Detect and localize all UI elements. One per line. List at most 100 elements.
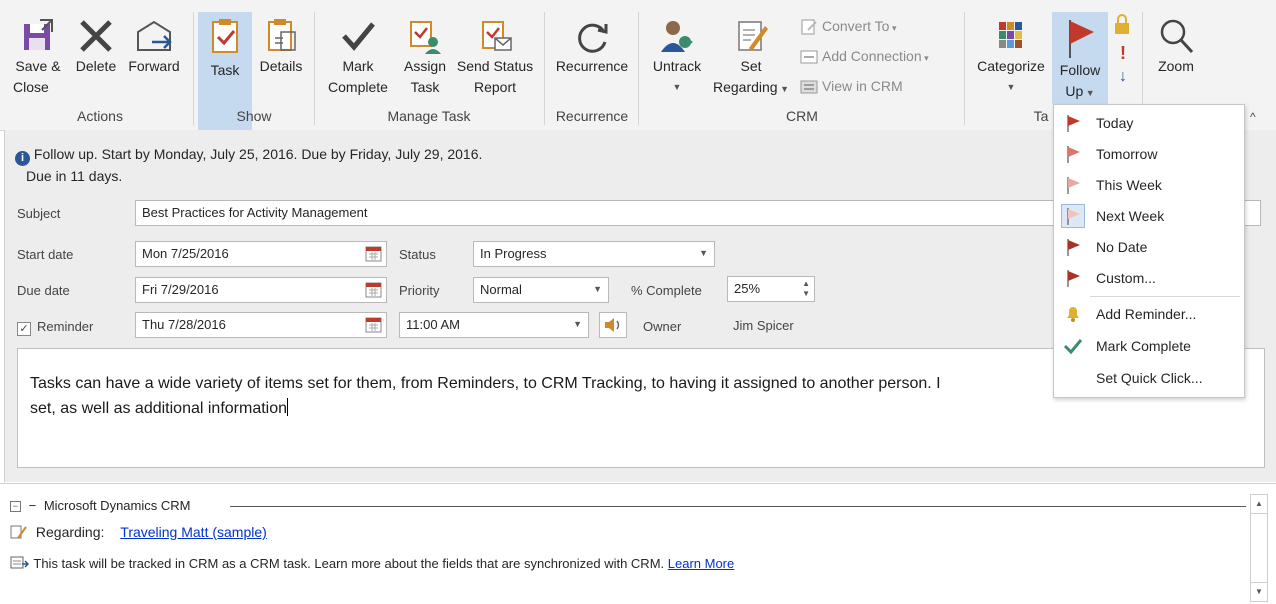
learn-more-link[interactable]: Learn More [668, 556, 734, 571]
percent-complete-label: % Complete [631, 283, 702, 298]
save-close-label-1: Save & [15, 58, 61, 74]
crm-pane-title: Microsoft Dynamics CRM [43, 498, 191, 513]
menu-item-today[interactable]: Today [1054, 107, 1244, 138]
reminder-sound-button[interactable] [599, 312, 627, 338]
separator [544, 12, 545, 125]
percent-complete-value: 25% [734, 281, 761, 296]
reminder-time-select[interactable]: 11:00 AM ▼ [399, 312, 589, 338]
follow-up-info-line-2: Due in 11 days. [26, 168, 123, 184]
calendar-icon[interactable] [365, 282, 382, 298]
menu-item-no-date[interactable]: No Date [1054, 231, 1244, 262]
menu-item-set-quick-click[interactable]: Set Quick Click... [1054, 362, 1244, 393]
details-label: Details [259, 58, 303, 74]
menu-item-no-date-label: No Date [1096, 239, 1148, 255]
regarding-icon [10, 525, 27, 539]
mark-complete-label-1: Mark [342, 58, 374, 74]
task-body-text: Tasks can have a wide variety of items s… [30, 371, 941, 421]
status-select[interactable]: In Progress ▼ [473, 241, 715, 267]
crm-pane: − − Microsoft Dynamics CRM Regarding: Tr… [0, 483, 1276, 604]
convert-icon [801, 19, 817, 35]
flag-icon [1069, 20, 1094, 58]
menu-item-mark-complete-label: Mark Complete [1096, 338, 1191, 354]
send-status-report-button[interactable]: Send Status Report [452, 16, 538, 98]
reminder-date-value: Thu 7/28/2016 [142, 317, 226, 332]
tag-small-buttons: ! ↓ [1112, 14, 1134, 86]
chevron-down-icon: ▼ [672, 82, 682, 92]
flag-today-icon [1067, 115, 1080, 132]
untrack-button[interactable]: Untrack ▼ [644, 16, 710, 98]
scroll-up-icon[interactable]: ▲ [1251, 495, 1267, 514]
lock-icon[interactable] [1112, 14, 1132, 36]
calendar-icon[interactable] [365, 246, 382, 262]
scroll-down-icon[interactable]: ▼ [1251, 582, 1267, 601]
categorize-button[interactable]: Categorize ▼ [970, 16, 1052, 98]
view-in-crm-label: View in CRM [822, 78, 903, 94]
vertical-scrollbar[interactable]: ▲ ▼ [1250, 494, 1268, 602]
follow-up-info: i Follow up. Start by Monday, July 25, 2… [15, 144, 482, 187]
set-regarding-button[interactable]: Set Regarding ▼ [708, 16, 794, 100]
untrack-icon [661, 21, 693, 52]
save-close-icon [24, 19, 53, 50]
subject-label: Subject [17, 206, 61, 221]
chevron-down-icon: ▼ [593, 284, 602, 294]
menu-item-add-reminder[interactable]: Add Reminder... [1054, 298, 1244, 329]
show-group-label: Show [236, 108, 272, 124]
assign-task-button[interactable]: Assign Task [398, 16, 452, 98]
send-status-icon [482, 21, 512, 51]
reminder-checkbox-row: ✓ Reminder [17, 319, 93, 336]
follow-up-label-1: Follow [1059, 62, 1101, 78]
bell-icon [1067, 307, 1079, 322]
add-connection-button[interactable]: Add Connection ▾ [800, 48, 929, 66]
set-regarding-icon [738, 21, 768, 51]
regarding-row: Regarding: Traveling Matt (sample) [10, 524, 267, 540]
due-date-field[interactable]: Fri 7/29/2016 [135, 277, 387, 303]
calendar-icon[interactable] [365, 317, 382, 333]
task-body-line-1: Tasks can have a wide variety of items s… [30, 375, 941, 392]
regarding-link[interactable]: Traveling Matt (sample) [120, 524, 267, 540]
stepper-arrows-icon[interactable]: ▲ ▼ [802, 279, 810, 299]
delete-button[interactable]: Delete [72, 16, 120, 77]
menu-item-this-week[interactable]: This Week [1054, 169, 1244, 200]
forward-label: Forward [128, 58, 180, 74]
reminder-date-field[interactable]: Thu 7/28/2016 [135, 312, 387, 338]
info-icon: i [15, 151, 30, 166]
menu-item-today-label: Today [1096, 115, 1134, 131]
menu-item-next-week[interactable]: Next Week [1054, 200, 1244, 231]
percent-complete-stepper[interactable]: 25% ▲ ▼ [727, 276, 815, 302]
forward-button[interactable]: Forward [124, 16, 184, 77]
follow-up-menu: Today Tomorrow This Week Next Week No Da… [1053, 104, 1245, 398]
menu-item-custom[interactable]: Custom... [1054, 262, 1244, 293]
mark-complete-button[interactable]: Mark Complete [320, 16, 396, 98]
recurrence-button[interactable]: Recurrence [550, 16, 634, 77]
recurrence-group-label: Recurrence [555, 108, 629, 124]
follow-up-button[interactable]: Follow Up ▼ [1052, 12, 1108, 104]
menu-item-mark-complete[interactable]: Mark Complete [1054, 330, 1244, 361]
high-importance-icon[interactable]: ! [1112, 43, 1134, 64]
priority-select[interactable]: Normal ▼ [473, 277, 609, 303]
chevron-down-icon: ▼ [573, 319, 582, 329]
separator [964, 12, 965, 125]
forward-icon [137, 20, 172, 51]
save-close-button[interactable]: Save & Close [10, 16, 66, 98]
reminder-checkbox[interactable]: ✓ [17, 322, 31, 336]
details-button[interactable]: Details [254, 16, 308, 77]
zoom-button[interactable]: Zoom [1150, 16, 1202, 77]
status-value: In Progress [480, 246, 547, 261]
low-importance-icon[interactable]: ↓ [1112, 68, 1134, 86]
menu-item-custom-label: Custom... [1096, 270, 1156, 286]
view-in-crm-button[interactable]: View in CRM [800, 78, 903, 96]
separator [638, 12, 639, 125]
send-status-label-2: Report [473, 79, 517, 95]
delete-label: Delete [75, 58, 117, 74]
collapse-icon[interactable]: − [10, 501, 21, 512]
start-date-field[interactable]: Mon 7/25/2016 [135, 241, 387, 267]
crm-pane-header: − − Microsoft Dynamics CRM [10, 498, 1246, 514]
chevron-down-icon: ▾ [889, 23, 897, 33]
mark-complete-label-2: Complete [328, 79, 388, 95]
collapse-ribbon-icon[interactable]: ^ [1250, 110, 1256, 124]
menu-item-tomorrow[interactable]: Tomorrow [1054, 138, 1244, 169]
priority-label: Priority [399, 283, 440, 298]
convert-to-button[interactable]: Convert To ▾ [800, 18, 896, 36]
chevron-down-icon: ▼ [699, 248, 708, 258]
chevron-down-icon: ▼ [1006, 82, 1016, 92]
